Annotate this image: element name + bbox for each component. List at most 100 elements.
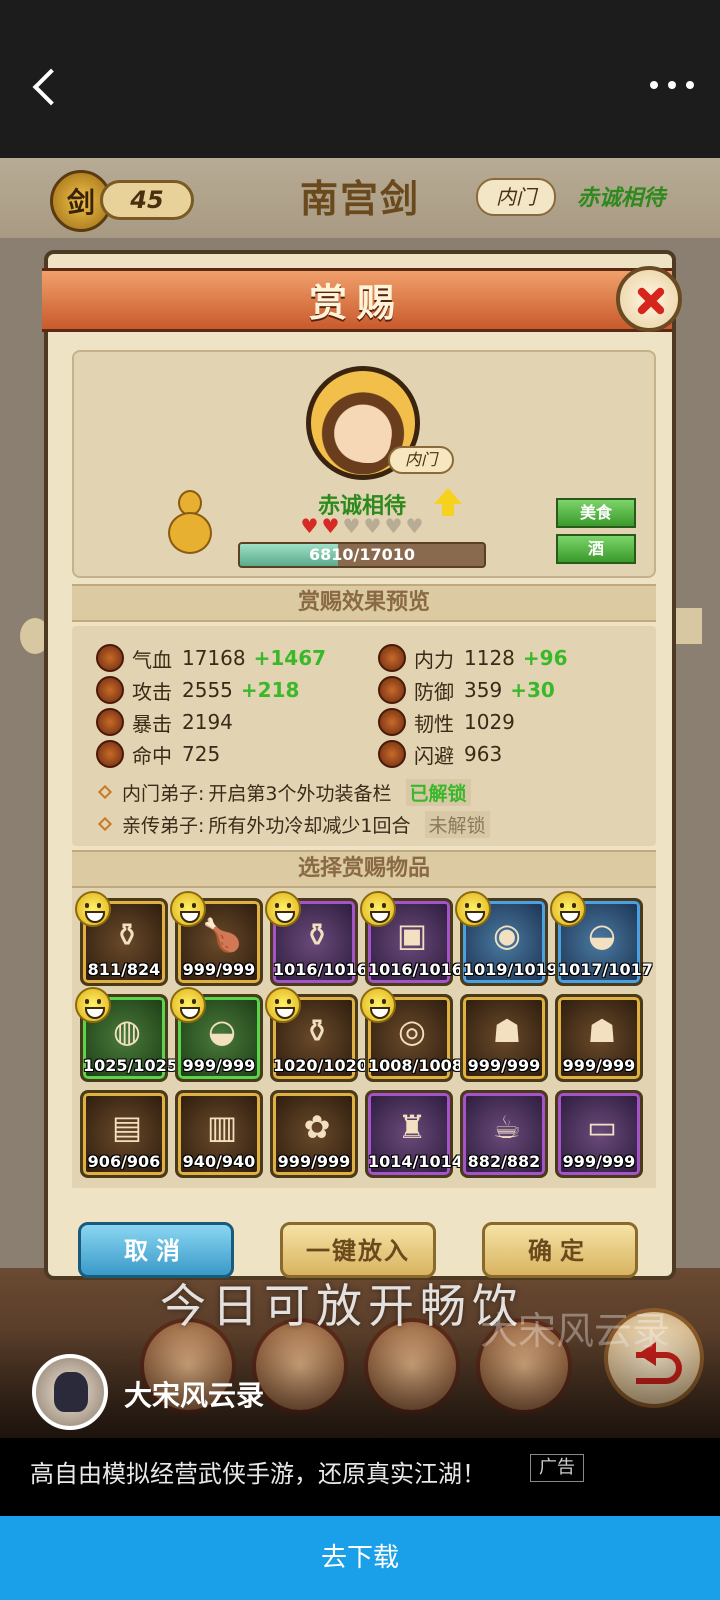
teapot-icon: ☕ bbox=[492, 1108, 522, 1146]
disciple-profile: 内门 赤诚相待 ♥ ♥ ♥ ♥ ♥ ♥ 6810/17010 美食 酒 bbox=[72, 350, 656, 578]
food-filter-button[interactable]: 美食 bbox=[556, 498, 636, 528]
reward-item-slot[interactable]: ▤ 906/906 bbox=[80, 1090, 168, 1178]
perk-state-unlocked: 已解锁 bbox=[405, 778, 471, 806]
heart-icon: ♥ bbox=[384, 514, 403, 538]
reward-item-slot[interactable]: ⚱ 1020/1020 bbox=[265, 987, 368, 1082]
back-icon[interactable] bbox=[26, 62, 66, 112]
more-options-icon[interactable] bbox=[650, 70, 694, 100]
stat-mp: 内力 1128 +96 bbox=[378, 644, 568, 672]
stats-panel: 气血 17168 +1467 内力 1128 +96 攻击 2555 +218 … bbox=[72, 626, 656, 846]
perk-row: 亲传弟子: 所有外功冷却减少1回合 未解锁 bbox=[97, 810, 490, 838]
buns-icon: ◎ bbox=[398, 1012, 426, 1050]
chest-icon: ▤ bbox=[111, 1108, 143, 1146]
smiley-icon bbox=[550, 891, 586, 927]
smiley-icon bbox=[170, 987, 206, 1023]
stat-accuracy: 命中 725 bbox=[96, 740, 220, 768]
diamond-icon bbox=[97, 784, 113, 800]
top-bar bbox=[0, 0, 720, 158]
item-count: 1016/1016 bbox=[273, 960, 368, 979]
robe-icon: ☗ bbox=[492, 1012, 522, 1050]
toughness-icon bbox=[378, 708, 406, 736]
reward-item-slot[interactable]: ☗ 999/999 bbox=[555, 994, 643, 1082]
reward-item-slot[interactable]: ☕ 882/882 bbox=[460, 1090, 548, 1178]
item-count: 999/999 bbox=[467, 1056, 541, 1075]
rank-tag: 内门 bbox=[388, 446, 454, 474]
attack-icon bbox=[96, 676, 124, 704]
item-count: 906/906 bbox=[87, 1152, 161, 1171]
advertiser-avatar[interactable] bbox=[32, 1354, 108, 1430]
item-count: 1025/1025 bbox=[83, 1056, 178, 1075]
reward-item-slot[interactable]: ✿ 999/999 bbox=[270, 1090, 358, 1178]
reward-item-slot[interactable]: ◎ 1008/1008 bbox=[360, 987, 463, 1082]
reward-item-slot[interactable]: ♜ 1014/1014 bbox=[365, 1090, 463, 1178]
roast-chicken-icon: 🍗 bbox=[202, 916, 242, 954]
reward-item-slot[interactable]: ◒ 1017/1017 bbox=[550, 891, 653, 986]
reward-item-slot[interactable]: ◉ 1019/1019 bbox=[455, 891, 558, 986]
robe-icon: ☗ bbox=[587, 1012, 617, 1050]
close-icon[interactable] bbox=[616, 266, 682, 332]
reward-item-slot[interactable]: 🍗 999/999 bbox=[170, 891, 263, 986]
gourd-icon: ⚱ bbox=[113, 916, 141, 954]
smiley-icon bbox=[265, 891, 301, 927]
wine-filter-button[interactable]: 酒 bbox=[556, 534, 636, 564]
crit-icon bbox=[96, 708, 124, 736]
progress-text: 6810/17010 bbox=[308, 545, 416, 564]
stat-dodge: 闪避 963 bbox=[378, 740, 502, 768]
item-count: 882/882 bbox=[467, 1152, 541, 1171]
soup-bowl-icon: ◒ bbox=[588, 916, 616, 954]
reward-item-slot[interactable]: ▣ 1016/1016 bbox=[360, 891, 463, 986]
side-ornament-right bbox=[672, 608, 702, 644]
reward-item-slot[interactable]: ▭ 999/999 bbox=[555, 1090, 643, 1178]
smiley-icon bbox=[170, 891, 206, 927]
reward-item-slot[interactable]: ▥ 940/940 bbox=[175, 1090, 263, 1178]
reward-item-slot[interactable]: ⚱ 1016/1016 bbox=[265, 891, 368, 986]
ad-description: 高自由模拟经营武侠手游，还原真实江湖！ bbox=[30, 1460, 486, 1488]
item-count: 999/999 bbox=[277, 1152, 351, 1171]
stat-attack: 攻击 2555 +218 bbox=[96, 676, 299, 704]
item-count: 811/824 bbox=[87, 960, 161, 979]
affection-hearts: ♥ ♥ ♥ ♥ ♥ ♥ bbox=[300, 516, 424, 538]
relation-status: 赤诚相待 bbox=[576, 186, 665, 211]
screen: 剑 45 南宫剑 内门 赤诚相待 赏赐 内门 赤诚相待 ♥ ♥ ♥ ♥ ♥ ♥ 6810/… bbox=[0, 0, 720, 1600]
heart-icon: ♥ bbox=[405, 514, 424, 538]
dialog-title: 赏赐 bbox=[308, 281, 405, 325]
gourd-icon bbox=[166, 490, 216, 558]
stat-crit: 暴击 2194 bbox=[96, 708, 233, 736]
dumpling-bowl-icon: ◒ bbox=[208, 1012, 236, 1050]
stat-defense: 防御 359 +30 bbox=[378, 676, 555, 704]
item-count: 1016/1016 bbox=[368, 960, 463, 979]
character-name: 南宫剑 bbox=[299, 177, 420, 221]
smiley-icon bbox=[75, 891, 111, 927]
heart-icon: ♥ bbox=[321, 514, 340, 538]
advertiser-name[interactable]: 大宋风云录 bbox=[124, 1374, 264, 1414]
heart-icon: ♥ bbox=[363, 514, 382, 538]
flowers-icon: ✿ bbox=[303, 1108, 331, 1146]
download-button[interactable]: 去下载 bbox=[0, 1516, 720, 1600]
item-count: 1008/1008 bbox=[368, 1056, 463, 1075]
vase-icon: ⚱ bbox=[303, 916, 331, 954]
heart-icon: ♥ bbox=[300, 514, 319, 538]
book-icon: ▥ bbox=[206, 1108, 238, 1146]
heart-icon: ♥ bbox=[342, 514, 361, 538]
item-count: 1014/1014 bbox=[368, 1152, 463, 1171]
stat-toughness: 韧性 1029 bbox=[378, 708, 515, 736]
reward-item-slot[interactable]: ☗ 999/999 bbox=[460, 994, 548, 1082]
item-count: 1019/1019 bbox=[463, 960, 558, 979]
item-count: 940/940 bbox=[182, 1152, 256, 1171]
braised-pork-icon: ▣ bbox=[396, 916, 428, 954]
gift-box-icon: ▭ bbox=[586, 1108, 618, 1146]
ad-badge: 广告 bbox=[530, 1454, 584, 1482]
reward-item-slot[interactable]: ◍ 1025/1025 bbox=[75, 987, 178, 1082]
smiley-icon bbox=[265, 987, 301, 1023]
smiley-icon bbox=[360, 891, 396, 927]
ad-overlay bbox=[0, 1330, 720, 1440]
items-section-title: 选择赏赐物品 bbox=[72, 850, 656, 888]
smiley-icon bbox=[75, 987, 111, 1023]
reward-item-slot[interactable]: ◒ 999/999 bbox=[170, 987, 263, 1082]
preview-section-title: 赏赐效果预览 bbox=[72, 584, 656, 622]
reward-item-slot[interactable]: ⚱ 811/824 bbox=[75, 891, 168, 986]
stat-hp: 气血 17168 +1467 bbox=[96, 644, 326, 672]
items-grid: ⚱ 811/824 🍗 999/999 ⚱ 1016/1016 ▣ 1016/1016 ◉ 101… bbox=[72, 888, 656, 1188]
milk-bottle-icon: ◉ bbox=[493, 916, 521, 954]
item-count: 1020/1020 bbox=[273, 1056, 368, 1075]
